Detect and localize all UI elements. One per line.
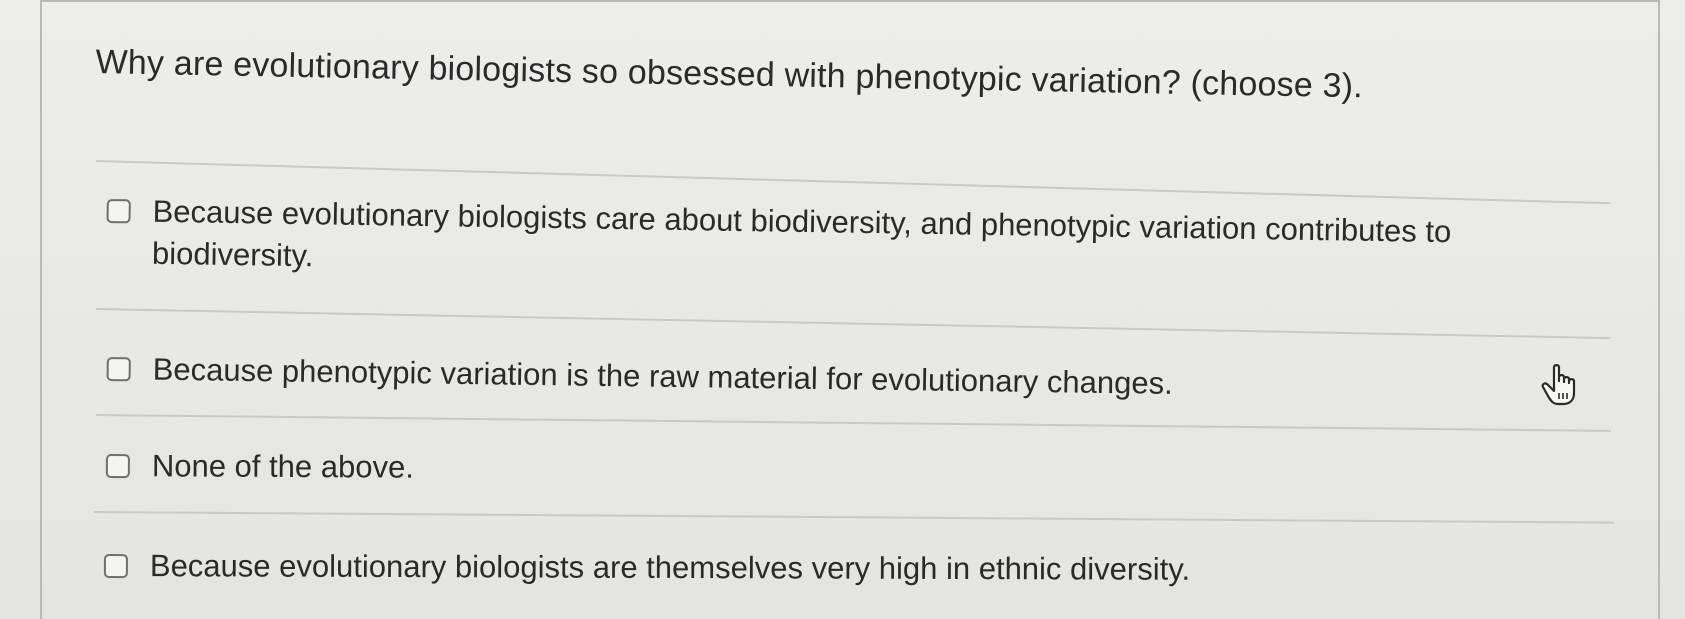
- panel-top-edge: [40, 0, 1660, 6]
- checkbox-option-3[interactable]: [105, 453, 130, 479]
- option-4[interactable]: Because evolutionary biologists are them…: [103, 545, 1454, 592]
- quiz-page: Why are evolutionary biologists so obses…: [0, 0, 1685, 619]
- checkbox-option-4[interactable]: [103, 553, 128, 579]
- checkbox-option-1[interactable]: [106, 198, 131, 224]
- option-4-label: Because evolutionary biologists are them…: [149, 548, 1191, 587]
- option-3-label: None of the above.: [151, 448, 414, 485]
- hand-pointer-icon: [1541, 364, 1576, 406]
- option-3[interactable]: None of the above.: [105, 445, 706, 490]
- checkbox-option-2[interactable]: [106, 356, 131, 382]
